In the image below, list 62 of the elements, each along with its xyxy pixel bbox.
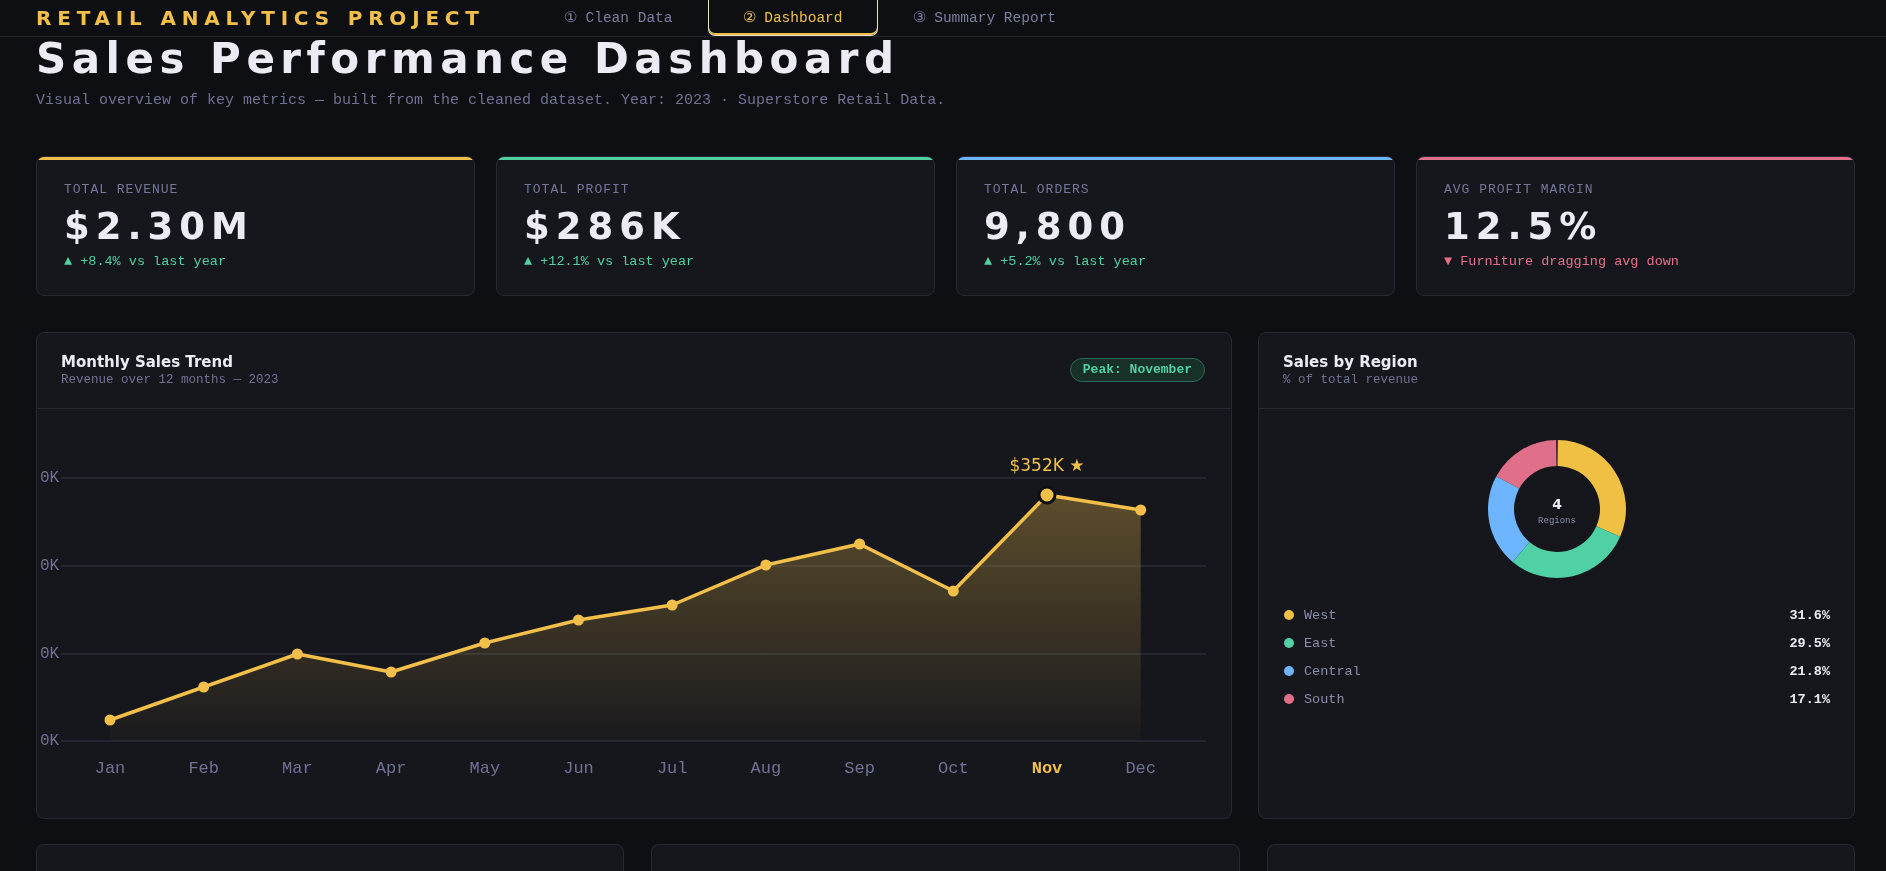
- month-label: Nov: [1031, 759, 1063, 779]
- kpi-value: $2.30M: [64, 207, 255, 247]
- data-point: [854, 538, 866, 550]
- legend-value: 29.5%: [1789, 635, 1830, 651]
- data-point: [666, 599, 678, 611]
- kpi-label: TOTAL REVENUE: [64, 182, 180, 198]
- card-subtitle: Revenue over 12 months — 2023: [61, 372, 279, 388]
- page-title: Sales Performance Dashboard: [36, 37, 901, 81]
- center-value: 4: [1551, 496, 1562, 512]
- month-label: Feb: [188, 759, 219, 779]
- kpi-label: TOTAL ORDERS: [984, 182, 1091, 198]
- app-logo-text: RETAIL ANALYTICS PROJECT: [36, 6, 485, 30]
- data-point: [479, 637, 491, 649]
- kpi-change: ▲ +5.2% vs last year: [984, 253, 1148, 271]
- page-subtitle: Visual overview of key metrics — built from the cleaned dataset. Year: 2023 · Superstore Retail Data.: [36, 91, 947, 111]
- month-label: Dec: [1125, 759, 1156, 779]
- kpi-change: ▲ +12.1% vs last year: [524, 253, 696, 271]
- data-point: [291, 648, 303, 660]
- legend-label: East: [1304, 635, 1338, 651]
- month-label: May: [469, 759, 501, 779]
- legend-label: Central: [1304, 663, 1362, 679]
- legend-label: West: [1304, 607, 1338, 623]
- data-point: [385, 666, 397, 678]
- center-label: Regions: [1537, 516, 1576, 527]
- card-title: Sales by Region: [1283, 352, 1419, 372]
- month-label: Sep: [844, 759, 875, 779]
- nav-tab[interactable]: ① Clean Data: [528, 0, 708, 36]
- data-point: [104, 714, 116, 726]
- data-point: [198, 681, 210, 693]
- month-label: Jun: [563, 759, 594, 779]
- nav-tab[interactable]: ② Dashboard: [707, 0, 878, 36]
- kpi-change: ▲ +8.4% vs last year: [64, 253, 228, 271]
- month-label: Jan: [94, 759, 126, 779]
- data-point: [760, 559, 772, 571]
- kpi-value: $286K: [524, 207, 687, 247]
- data-point: [1135, 504, 1147, 516]
- kpi-change: ▼ Furniture dragging avg down: [1444, 253, 1680, 271]
- card-title: Monthly Sales Trend: [61, 352, 234, 372]
- month-label: Apr: [375, 759, 407, 779]
- month-label: Mar: [282, 759, 313, 779]
- peak-value-label: $352K ★: [1009, 455, 1085, 475]
- legend-value: 17.1%: [1789, 691, 1830, 707]
- legend-value: 21.8%: [1789, 663, 1830, 679]
- data-point: [1037, 485, 1057, 505]
- nav-tab[interactable]: ③ Summary Report: [877, 0, 1092, 36]
- legend-label: South: [1304, 691, 1346, 707]
- month-label: Jul: [656, 759, 688, 779]
- data-point: [947, 585, 959, 597]
- kpi-label: TOTAL PROFIT: [524, 182, 631, 198]
- data-point: [573, 614, 584, 626]
- kpi-label: AVG PROFIT MARGIN: [1444, 182, 1595, 198]
- legend-value: 31.6%: [1789, 607, 1830, 623]
- axis-label: 0K: [40, 557, 60, 576]
- kpi-value: 9,800: [984, 207, 1133, 247]
- month-label: Aug: [750, 759, 782, 779]
- axis-label: 0K: [40, 469, 60, 488]
- month-label: Oct: [938, 759, 969, 779]
- card-subtitle: % of total revenue: [1283, 372, 1419, 388]
- peak-badge: Peak: November: [1069, 358, 1205, 382]
- axis-label: 0K: [40, 732, 60, 751]
- axis-label: 0K: [40, 645, 60, 664]
- kpi-value: 12.5%: [1444, 207, 1604, 247]
